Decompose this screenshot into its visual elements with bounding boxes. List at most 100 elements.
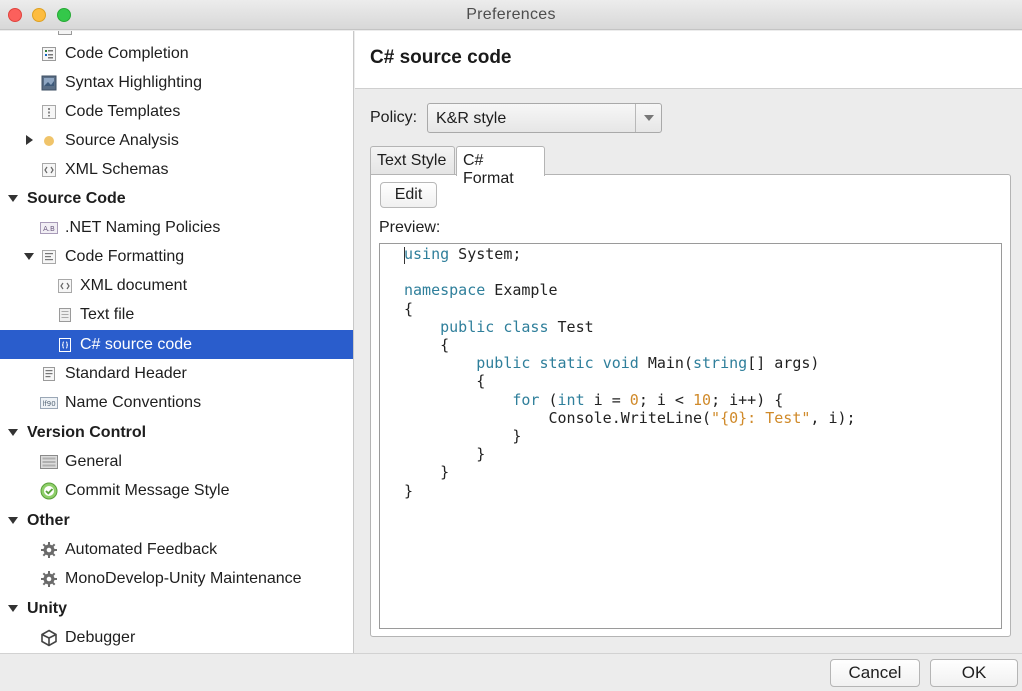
sidebar-item-name-conventions[interactable]: lf90 Name Conventions xyxy=(0,388,353,417)
dot-icon xyxy=(40,132,58,150)
sidebar-item-label: .NET Naming Policies xyxy=(65,218,221,236)
sidebar-item-label: Standard Header xyxy=(65,364,187,382)
check-icon xyxy=(40,482,58,500)
collapse-arrow-icon[interactable] xyxy=(8,195,18,202)
code-line: for (int i = 0; i < 10; i++) { xyxy=(512,390,784,409)
sidebar-item-source-analysis[interactable]: Source Analysis xyxy=(0,126,353,155)
expand-arrow-icon[interactable] xyxy=(26,135,33,145)
sidebar-item-xml-document[interactable]: XML document xyxy=(0,271,353,300)
dropdown-toggle[interactable] xyxy=(635,104,661,132)
code-line: namespace Example xyxy=(404,281,558,300)
sidebar[interactable]: Code Completion Syntax Highlighting Code… xyxy=(0,31,354,653)
sidebar-item-label: Text file xyxy=(80,305,135,323)
gear-icon xyxy=(40,541,58,559)
sidebar-item-general[interactable]: General xyxy=(0,447,353,476)
sidebar-group-source-code[interactable]: Source Code xyxy=(0,184,353,213)
sidebar-item-label: MonoDevelop-Unity Maintenance xyxy=(65,569,302,587)
sidebar-item-monodevelop-unity-maintenance[interactable]: MonoDevelop-Unity Maintenance xyxy=(0,564,353,593)
header-icon xyxy=(40,365,58,383)
collapse-arrow-icon[interactable] xyxy=(8,605,18,612)
conventions-icon: lf90 xyxy=(40,394,58,412)
code-line: public static void Main(string[] args) xyxy=(476,354,820,373)
svg-text:A.B: A.B xyxy=(43,225,55,233)
format-icon xyxy=(40,248,58,266)
code-line: } xyxy=(404,427,522,446)
sidebar-item-debugger[interactable]: Debugger xyxy=(0,623,353,652)
code-line: Console.WriteLine("{0}: Test", i); xyxy=(404,408,856,427)
sidebar-item-net-naming-policies[interactable]: A.B .NET Naming Policies xyxy=(0,213,353,242)
list-icon xyxy=(56,31,74,37)
collapse-arrow-icon[interactable] xyxy=(8,517,18,524)
code-line: } xyxy=(404,445,486,464)
code-file-icon xyxy=(56,336,74,354)
sidebar-item-label: Debugger xyxy=(65,628,136,646)
code-preview[interactable]: using System;​namespace Example{ public … xyxy=(379,243,1002,629)
sidebar-item-xml-schemas[interactable]: XML Schemas xyxy=(0,155,353,184)
svg-text:lf90: lf90 xyxy=(42,400,55,408)
sidebar-group-other[interactable]: Other xyxy=(0,506,353,535)
sidebar-item-label: Code Completion xyxy=(65,44,189,62)
policy-label: Policy: xyxy=(370,109,418,126)
sidebar-item-commit-message-style[interactable]: Commit Message Style xyxy=(0,476,353,505)
sidebar-item-syntax-highlighting[interactable]: Syntax Highlighting xyxy=(0,68,353,97)
image-icon xyxy=(40,74,58,92)
code-line: } xyxy=(404,463,450,482)
naming-icon: A.B xyxy=(40,219,58,237)
sidebar-group-label: Other xyxy=(27,511,70,529)
sidebar-item-label: Source Analysis xyxy=(65,131,179,149)
general-icon xyxy=(40,453,58,471)
sidebar-item-text-file[interactable]: Text file xyxy=(0,300,353,329)
tab-csharp-format[interactable]: C# Format xyxy=(456,146,545,187)
code-line: ​ xyxy=(404,263,856,281)
content-header: C# source code xyxy=(355,31,1022,89)
cancel-button[interactable]: Cancel xyxy=(830,659,920,687)
xml-icon xyxy=(40,161,58,179)
sidebar-item-label: Commit Message Style xyxy=(65,481,230,499)
code-line: using System; xyxy=(404,245,522,263)
edit-button[interactable]: Edit xyxy=(380,182,437,208)
sidebar-item-code-completion[interactable]: Code Completion xyxy=(0,39,353,68)
sidebar-item-automated-feedback[interactable]: Automated Feedback xyxy=(0,535,353,564)
sidebar-item-label: Automated Feedback xyxy=(65,540,218,558)
chevron-down-icon xyxy=(644,115,654,121)
template-icon xyxy=(40,103,58,121)
sidebar-item-label: Code Templates xyxy=(65,102,181,120)
ok-button[interactable]: OK xyxy=(930,659,1018,687)
list-icon xyxy=(40,45,58,63)
tab-text-style[interactable]: Text Style xyxy=(370,146,455,175)
preview-label: Preview: xyxy=(379,219,441,236)
sidebar-item-label: Code Formatting xyxy=(65,247,185,265)
sidebar-item-label: General xyxy=(65,452,122,470)
sidebar-group-label: Source Code xyxy=(27,189,126,207)
sidebar-item-standard-header[interactable]: Standard Header xyxy=(0,359,353,388)
sidebar-item-label: C# source code xyxy=(80,335,193,353)
page-title: C# source code xyxy=(370,47,512,68)
sidebar-item-csharp-source-code[interactable]: C# source code xyxy=(0,330,353,359)
file-icon xyxy=(56,306,74,324)
code-line: public class Test xyxy=(440,317,594,336)
sidebar-group-label: Unity xyxy=(27,599,67,617)
sidebar-group-label: Version Control xyxy=(27,423,147,441)
code-line: } xyxy=(404,481,414,500)
collapse-arrow-icon[interactable] xyxy=(24,253,34,260)
sidebar-item-label: Syntax Highlighting xyxy=(65,73,202,91)
sidebar-group-unity[interactable]: Unity xyxy=(0,594,353,623)
sidebar-item-label: XML document xyxy=(80,276,188,294)
policy-value: K&R style xyxy=(436,110,507,127)
code-line: { xyxy=(404,299,414,318)
xml-icon xyxy=(56,277,74,295)
sidebar-group-version-control[interactable]: Version Control xyxy=(0,418,353,447)
sidebar-item-code-templates[interactable]: Code Templates xyxy=(0,97,353,126)
code-line: { xyxy=(404,372,486,391)
sidebar-item-label: Name Conventions xyxy=(65,393,202,411)
gear-icon xyxy=(40,570,58,588)
unity-icon xyxy=(40,629,58,647)
title-bar: Preferences xyxy=(0,0,1022,30)
sidebar-item-code-formatting[interactable]: Code Formatting xyxy=(0,242,353,271)
policy-select[interactable]: K&R style xyxy=(427,103,662,133)
window-title: Preferences xyxy=(466,6,556,23)
collapse-arrow-icon[interactable] xyxy=(8,429,18,436)
sidebar-item-label: XML Schemas xyxy=(65,160,169,178)
code-text: using System;​namespace Example{ public … xyxy=(404,245,856,500)
code-line: { xyxy=(404,336,450,355)
